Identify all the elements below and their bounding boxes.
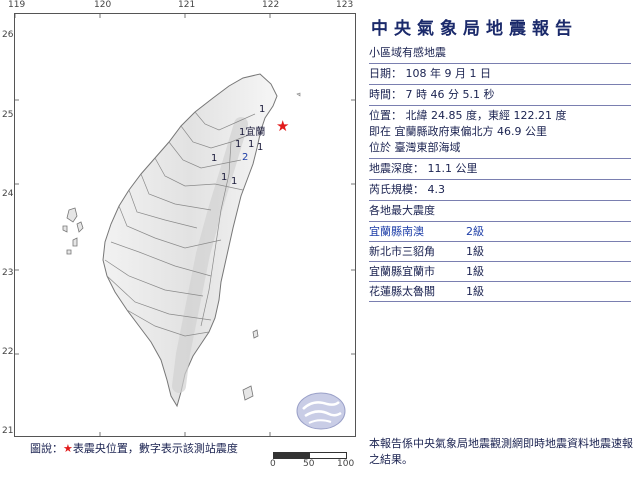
report-position: 位置： 北緯 24.85 度，東經 122.21 度 [369, 109, 567, 122]
station-label: 1 [221, 172, 227, 183]
pengjia-islet [296, 92, 301, 97]
divider [369, 301, 631, 302]
station-label: 1 [248, 139, 254, 150]
lon-tick: 122 [262, 0, 280, 10]
epicenter-star-icon: ★ [276, 117, 289, 135]
lat-tick: 23 [2, 268, 14, 278]
divider [369, 261, 631, 262]
station-label: 1 [231, 176, 237, 187]
green-island [252, 329, 259, 339]
taiwan-map: 1 1宜蘭 1 1 1 2 1 1 1 ★ km [15, 14, 355, 436]
lat-tick: 21 [2, 426, 14, 436]
map-legend: 圖說：★表震央位置，數字表示該測站震度 [30, 440, 238, 456]
station-label: 1 [235, 139, 241, 150]
station-label: 1 [259, 104, 265, 115]
epicenter-star-icon: ★ [63, 442, 73, 455]
divider [369, 105, 631, 106]
intensity-row: 宜蘭縣宜蘭市 1級 [369, 264, 634, 279]
report-time: 時間： 7 時 46 分 5.1 秒 [369, 88, 495, 101]
taiwan-island [102, 73, 278, 408]
station-label-intensity-2: 2 [242, 152, 248, 163]
report-type: 小區域有感地震 [369, 46, 446, 59]
intensity-header: 各地最大震度 [369, 204, 435, 217]
intensity-level: 1級 [466, 245, 484, 258]
earthquake-report: 中央氣象局地震報告 小區域有感地震 日期： 108 年 9 月 1 日 時間： … [369, 14, 634, 304]
report-title: 中央氣象局地震報告 [371, 19, 578, 39]
report-date: 日期： 108 年 9 月 1 日 [369, 67, 491, 80]
lat-tick: 26 [2, 30, 14, 40]
divider [369, 84, 631, 85]
station-label: 1 [211, 153, 217, 164]
divider [369, 281, 631, 282]
cwb-logo-icon [296, 392, 346, 430]
report-region: 位於 臺灣東部海域 [369, 141, 461, 154]
lat-tick: 24 [2, 189, 14, 199]
station-label: 1 [257, 142, 263, 153]
legend-text: 表震央位置，數字表示該測站震度 [72, 442, 238, 455]
scale-tick: 100 [337, 459, 355, 469]
lat-tick: 25 [2, 110, 14, 120]
report-magnitude: 芮氏規模： 4.3 [369, 183, 445, 196]
orchid-island [242, 385, 254, 401]
scale-tick: 50 [303, 459, 315, 469]
intensity-row: 新北市三貂角 1級 [369, 244, 634, 259]
divider [369, 158, 631, 159]
report-footnote: 本報告係中央氣象局地震觀測網即時地震資料地震速報之結果。 [369, 437, 633, 466]
intensity-station: 花蓮縣太魯閣 [369, 285, 435, 298]
divider [369, 179, 631, 180]
report-located-at: 即在 宜蘭縣政府東偏北方 46.9 公里 [369, 125, 547, 138]
map-panel: 1 1宜蘭 1 1 1 2 1 1 1 ★ km [14, 13, 356, 437]
divider [369, 221, 631, 222]
divider [369, 200, 631, 201]
lon-tick: 120 [94, 0, 112, 10]
penghu-islands [62, 207, 84, 255]
intensity-level: 2級 [466, 225, 484, 238]
intensity-row: 宜蘭縣南澳 2級 [369, 224, 634, 239]
lon-tick: 121 [178, 0, 196, 10]
intensity-row: 花蓮縣太魯閣 1級 [369, 284, 634, 299]
intensity-station: 宜蘭縣南澳 [369, 225, 424, 238]
intensity-station: 宜蘭縣宜蘭市 [369, 265, 435, 278]
legend-prefix: 圖說： [30, 442, 63, 455]
divider [369, 63, 631, 64]
intensity-level: 1級 [466, 285, 484, 298]
intensity-station: 新北市三貂角 [369, 245, 435, 258]
station-label-yilan: 1宜蘭 [239, 125, 265, 138]
lon-tick: 119 [8, 0, 26, 10]
lat-tick: 22 [2, 347, 14, 357]
scale-tick: 0 [270, 459, 276, 469]
intensity-level: 1級 [466, 265, 484, 278]
report-depth: 地震深度： 11.1 公里 [369, 162, 478, 175]
scale-bar-graphic [273, 452, 347, 459]
divider [369, 241, 631, 242]
lon-tick: 123 [336, 0, 354, 10]
